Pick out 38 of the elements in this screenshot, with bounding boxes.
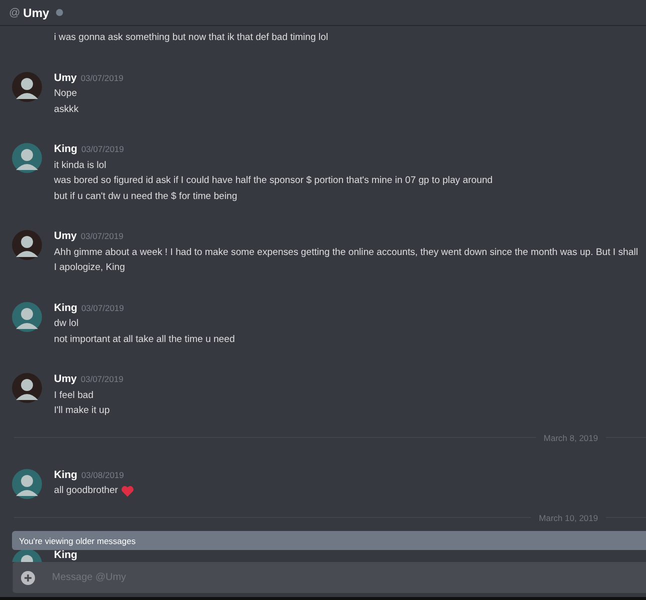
timestamp: 03/07/2019 <box>80 373 124 386</box>
older-messages-banner[interactable]: You're viewing older messages <box>12 531 646 550</box>
message-text: dw lol <box>54 317 79 331</box>
timestamp: 03/07/2019 <box>81 143 124 156</box>
message-text: I'll make it up <box>54 404 110 418</box>
message-text: it kinda is lol <box>54 158 106 172</box>
message-text: I apologize, King <box>54 261 125 275</box>
timestamp: 03/07/2019 <box>81 302 124 314</box>
author-name[interactable]: King <box>54 300 78 316</box>
avatar[interactable] <box>12 230 42 260</box>
message-text: Ahh gimme about a week ! I had to make some expenses getting the online accounts, they went down since the month was up. But I shall <box>54 246 638 260</box>
author-name[interactable]: Umy <box>54 372 77 388</box>
at-sign: @ <box>9 6 20 18</box>
avatar[interactable] <box>12 72 42 102</box>
message-text: but if u can't dw u need the $ for time being <box>54 190 238 204</box>
author-name[interactable]: King <box>54 468 78 483</box>
avatar[interactable] <box>12 468 42 498</box>
author-name[interactable]: Umy <box>54 229 77 244</box>
message-text: was bored so figured id ask if I could have half the sponsor $ portion that's mine in 07 gp to play around <box>54 174 493 188</box>
author-name[interactable]: Umy <box>54 70 77 86</box>
timestamp: 03/08/2019 <box>81 468 124 482</box>
author-name[interactable]: King <box>54 548 78 562</box>
date-divider: March 10, 2019 <box>538 512 598 522</box>
avatar[interactable] <box>12 143 42 173</box>
date-divider: March 8, 2019 <box>544 432 598 442</box>
avatar[interactable] <box>12 302 42 332</box>
message-text: all goodbrother <box>54 484 118 498</box>
message-text: askkk <box>54 102 79 116</box>
author-name[interactable]: King <box>54 142 78 158</box>
message-text: Nope <box>54 87 77 101</box>
timestamp: 03/07/2019 <box>80 230 124 243</box>
message-text: I feel bad <box>54 388 94 402</box>
timestamp: 03/07/2019 <box>80 72 124 84</box>
message-text: i was gonna ask something but now that ik that def bad timing lol <box>54 31 330 45</box>
avatar[interactable] <box>12 373 42 403</box>
add-icon[interactable] <box>21 570 35 584</box>
channel-title: Umy <box>23 6 50 20</box>
message-text: not important at all take all the time u need <box>54 332 235 346</box>
